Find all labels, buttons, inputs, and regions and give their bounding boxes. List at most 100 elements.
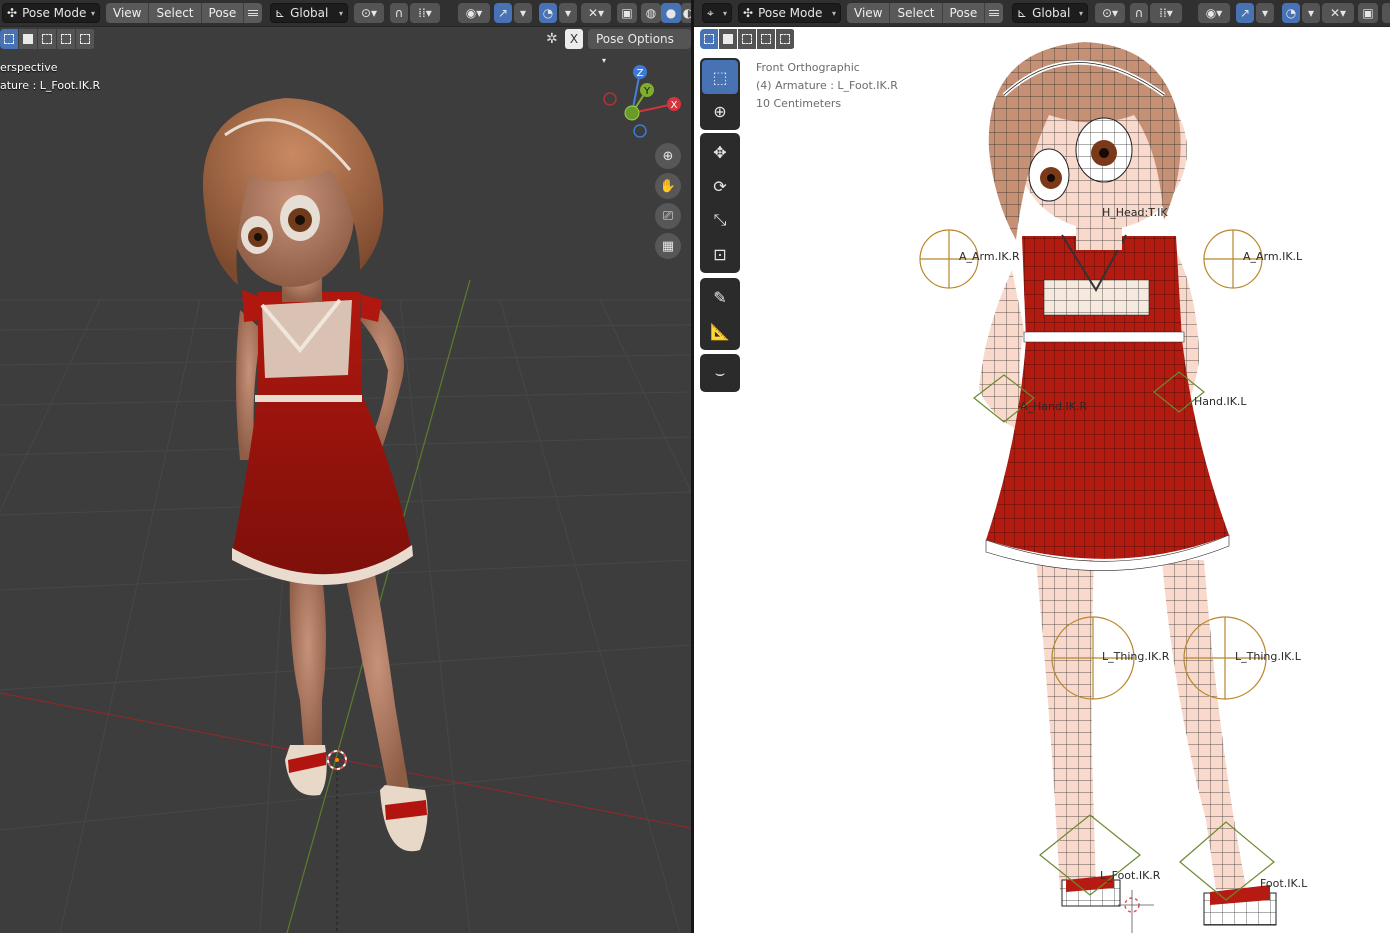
select-new-icon[interactable] [0,29,18,49]
view-name-right: Front Orthographic [756,61,860,74]
grid-scale-text: 10 Centimeters [756,97,842,110]
wireframe-shading-icon[interactable]: ◍ [641,3,661,23]
bone-label-arm-l: A_Arm.IK.L [1243,250,1303,263]
overlays-dropdown-icon[interactable]: ▾ [559,3,577,23]
right-header: ⌖ ▾ ✣ Pose Mode ▾ View Select Pose ⊾ Glo… [694,0,1390,27]
snap-magnet-icon[interactable]: ∩ [1130,3,1148,23]
overlays-icon[interactable]: ◔ [1282,3,1300,23]
right-viewport[interactable]: H_Head:T.IK A_Arm.IK.R A_Arm.IK.L A_Hand… [694,0,1390,933]
pivot-point-icon[interactable]: ⊙▾ [354,3,384,23]
bone-label-hand-r: A_Hand.IK.R [1020,400,1087,413]
select-intersect-icon[interactable] [76,29,94,49]
pose-options-button[interactable]: Pose Options ▾ [588,29,691,65]
select-intersect-icon[interactable] [776,29,794,49]
menu-bar: View Select Pose [106,3,263,23]
editor-type-dropdown[interactable]: ⌖ ▾ [702,3,732,23]
zoom-icon[interactable]: ⊕ [655,143,681,169]
scale-tool-icon[interactable]: ⤡ [702,203,738,237]
gizmo-neg-x[interactable] [603,92,617,106]
bone-label-head: H_Head:T.IK [1102,206,1168,219]
camera-view-icon[interactable]: ⎚ [655,203,681,229]
cursor-tool-icon[interactable]: ⊕ [702,94,738,128]
menu-view[interactable]: View [106,3,149,23]
menu-select[interactable]: Select [890,3,942,23]
chevron-down-icon: ▾ [722,8,727,18]
snap-magnet-icon[interactable]: ∩ [390,3,408,23]
menu-select[interactable]: Select [149,3,201,23]
right-wireframe-scene: H_Head:T.IK A_Arm.IK.R A_Arm.IK.L A_Hand… [919,42,1308,933]
gizmo-icon[interactable]: ↗ [1236,3,1254,23]
gizmo-neg-z[interactable] [633,124,647,138]
x-mirror-toggle[interactable]: X [565,29,583,49]
overlays-dropdown-icon[interactable]: ▾ [1302,3,1320,23]
gizmo-z-label: Z [637,68,644,79]
select-invert-icon[interactable] [57,29,75,49]
active-object-text-right: (4) Armature : L_Foot.IK.R [756,79,898,92]
gizmo-icon[interactable]: ↗ [494,3,512,23]
visibility-eye-icon[interactable]: ◉▾ [458,3,490,23]
measure-tool-icon[interactable]: 📐 [702,314,738,348]
mode-dropdown[interactable]: ✣ Pose Mode ▾ [2,3,100,23]
menu-view[interactable]: View [847,3,890,23]
bone-overlay-icon[interactable]: ✕▾ [1322,3,1354,23]
view-name: erspective [0,61,58,74]
left-viewport[interactable]: ✣ Pose Mode ▾ View Select Pose ⊾ Global … [0,0,691,933]
3d-cursor-right[interactable] [1118,890,1154,933]
gizmo-dropdown-icon[interactable]: ▾ [514,3,532,23]
bone-label-foot-r: L_Foot.IK.R [1100,869,1161,882]
bone-label-foot-l: Foot.IK.L [1260,877,1308,890]
chevron-down-icon: ▾ [1078,8,1083,18]
snap-target-icon[interactable]: ⁞⁞▾ [410,3,440,23]
pivot-point-icon[interactable]: ⊙▾ [1095,3,1125,23]
relax-pose-tool-icon[interactable]: ⌣ [702,356,738,390]
orientation-dropdown-right[interactable]: ⊾ Global ▾ [1012,3,1088,23]
gizmo-neg-y[interactable] [624,105,640,121]
transform-tool-icon[interactable]: ⊡ [702,237,738,271]
select-box-tool-icon[interactable]: ⬚ [702,60,738,94]
select-subtract-icon[interactable] [738,29,756,49]
transform-orientation-icon: ⊾ [275,6,286,20]
viewport-icon: ⌖ [707,5,714,20]
hamburger-menu-icon[interactable] [985,3,1004,23]
tool-annotate-group: ✎ 📐 [700,278,740,350]
select-mode-buttons [0,29,95,49]
hamburger-menu-icon[interactable] [244,3,263,23]
legs-mesh [1036,560,1246,890]
rotate-tool-icon[interactable]: ⟳ [702,169,738,203]
solid-shading-icon[interactable]: ● [661,3,681,23]
gizmo-dropdown-icon[interactable]: ▾ [1256,3,1274,23]
mirror-icon[interactable]: ✲ [546,31,558,47]
annotate-tool-icon[interactable]: ✎ [702,280,738,314]
grid-perspective-icon[interactable]: ▦ [655,233,681,259]
wireframe-shading-icon[interactable] [1382,3,1390,23]
menu-pose[interactable]: Pose [201,3,244,23]
xray-icon[interactable]: ▣ [1358,3,1378,23]
transform-orientation-icon: ⊾ [1017,6,1028,20]
chevron-down-icon: ▾ [90,8,95,18]
pan-hand-icon[interactable]: ✋ [655,173,681,199]
move-tool-icon[interactable]: ✥ [702,135,738,169]
xray-icon[interactable]: ▣ [617,3,637,23]
select-invert-icon[interactable] [757,29,775,49]
bone-overlay-icon[interactable]: ✕▾ [581,3,611,23]
bone-label-arm-r: A_Arm.IK.R [959,250,1020,263]
snap-target-icon[interactable]: ⁞⁞▾ [1150,3,1182,23]
select-new-icon[interactable] [700,29,718,49]
overlays-icon[interactable]: ◔ [539,3,557,23]
bone-label-thigh-l: L_Thing.IK.L [1235,650,1302,663]
mode-dropdown-right[interactable]: ✣ Pose Mode ▾ [738,3,841,23]
material-shading-icon[interactable]: ◐ [681,3,691,23]
pose-mode-icon: ✣ [7,6,18,20]
select-extend-icon[interactable] [719,29,737,49]
chevron-down-icon: ▾ [831,8,836,18]
select-mode-buttons-right [700,29,795,49]
select-extend-icon[interactable] [19,29,37,49]
navigation-gizmo[interactable]: Z X Y [596,60,686,150]
menu-pose[interactable]: Pose [942,3,985,23]
visibility-eye-icon[interactable]: ◉▾ [1198,3,1230,23]
tool-transform-group: ✥ ⟳ ⤡ ⊡ [700,133,740,273]
orientation-dropdown[interactable]: ⊾ Global ▾ [270,3,348,23]
select-subtract-icon[interactable] [38,29,56,49]
left-3d-scene [0,98,691,933]
menu-bar-right: View Select Pose [847,3,1004,23]
